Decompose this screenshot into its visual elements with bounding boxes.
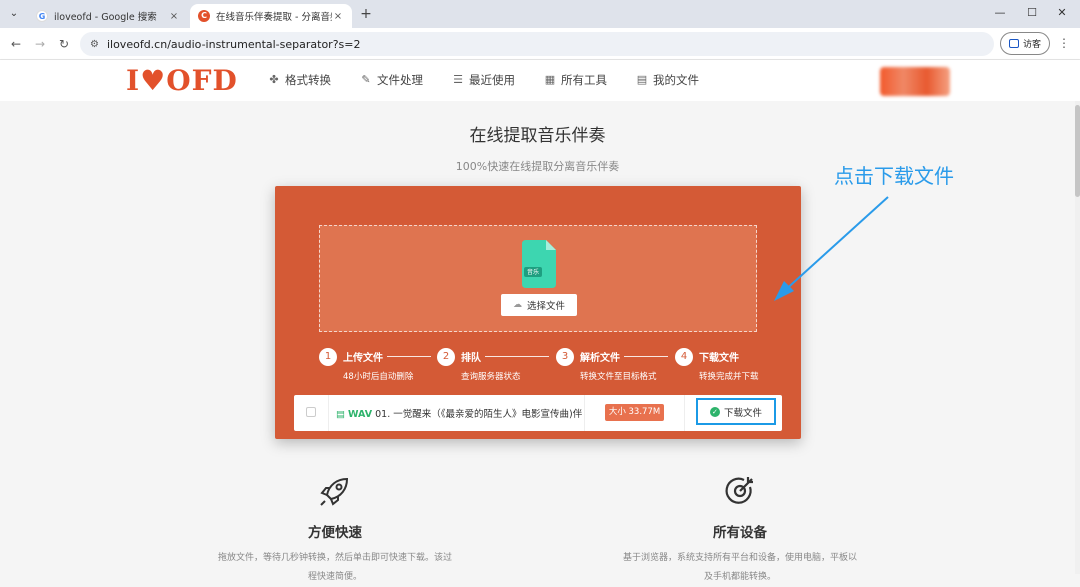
page-scrollbar[interactable] <box>1075 101 1080 574</box>
user-avatar-blurred[interactable] <box>880 67 950 96</box>
maximize-icon[interactable]: ☐ <box>1022 6 1042 19</box>
url-bar[interactable]: ⚙ iloveofd.cn/audio-instrumental-separat… <box>80 32 994 56</box>
nav-file-process[interactable]: ✎ 文件处理 <box>360 72 423 88</box>
history-icon: ☰ <box>453 73 463 86</box>
new-tab-button[interactable]: + <box>358 6 374 22</box>
minimize-icon[interactable]: — <box>990 6 1010 19</box>
tab-search-chevron-icon[interactable]: ⌄ <box>6 6 22 22</box>
google-favicon-icon: G <box>36 10 48 22</box>
iloveofd-favicon-icon: C <box>198 10 210 22</box>
annotation-arrow-icon <box>774 196 889 301</box>
scrollbar-thumb[interactable] <box>1075 105 1080 197</box>
choose-file-label: 选择文件 <box>526 301 565 312</box>
grid-icon: ▦ <box>544 73 556 86</box>
step-title: 上传文件 <box>343 353 383 364</box>
file-edit-icon: ✎ <box>361 73 371 86</box>
feature-desc: 拖放文件，等待几秒钟转换，然后单击即可快速下载。该过程快速简便。 <box>217 553 452 582</box>
step-number: 3 <box>556 348 574 366</box>
feature-devices: 所有设备 基于浏览器，系统支持所有平台和设备，使用电脑，平板以及手机都能转换。 <box>620 473 860 587</box>
step-desc: 查询服务器状态 <box>461 372 521 382</box>
person-icon <box>1008 39 1019 48</box>
tab-title: 在线音乐伴奏提取 - 分离音频人 <box>216 12 332 23</box>
converter-panel: 音乐 ☁ 选择文件 1 上传文件 48小时后自动删除 2 排队 查询服务器状态 … <box>275 186 801 439</box>
step-number: 1 <box>319 348 337 366</box>
nav-format-convert[interactable]: ✤ 格式转换 <box>268 72 331 88</box>
window-close-icon[interactable]: ✕ <box>1052 6 1072 19</box>
feature-fast: 方便快速 拖放文件，等待几秒钟转换，然后单击即可快速下载。该过程快速简便。 <box>215 473 455 587</box>
tab-google-search[interactable]: G iloveofd - Google 搜索 × <box>28 4 188 28</box>
reload-icon[interactable]: ↻ <box>56 36 72 52</box>
file-drop-zone[interactable]: 音乐 ☁ 选择文件 <box>319 225 757 332</box>
step-title: 排队 <box>461 353 481 364</box>
step-desc: 转换完成并下载 <box>699 372 759 382</box>
back-icon[interactable]: ← <box>8 36 24 52</box>
document-icon: ▤ <box>636 73 648 86</box>
nav-my-files[interactable]: ▤ 我的文件 <box>636 72 699 88</box>
nav-all-tools[interactable]: ▦ 所有工具 <box>544 72 607 88</box>
file-icon-label: 音乐 <box>526 269 539 276</box>
feature-title: 方便快速 <box>308 525 362 541</box>
forward-icon[interactable]: → <box>32 36 48 52</box>
feature-desc: 基于浏览器，系统支持所有平台和设备，使用电脑，平板以及手机都能转换。 <box>622 553 857 582</box>
rocket-icon <box>320 477 349 506</box>
target-icon <box>725 477 753 504</box>
feature-title: 所有设备 <box>713 525 767 541</box>
nav-label: 格式转换 <box>285 73 331 87</box>
file-checkbox[interactable] <box>306 407 316 417</box>
divider <box>684 395 685 431</box>
step-title: 解析文件 <box>580 353 620 364</box>
step-connector <box>387 356 431 357</box>
step-desc: 48小时后自动删除 <box>343 372 414 382</box>
url-text: iloveofd.cn/audio-instrumental-separator… <box>106 37 361 51</box>
document-icon: ▤ <box>336 409 345 420</box>
puzzle-icon: ✤ <box>269 73 279 86</box>
step-number: 4 <box>675 348 693 366</box>
divider <box>328 395 329 431</box>
address-toolbar: ← → ↻ ⚙ iloveofd.cn/audio-instrumental-s… <box>0 28 1080 60</box>
step-connector <box>485 356 549 357</box>
file-size-badge: 大小 33.77M <box>605 404 664 421</box>
check-circle-icon: ✓ <box>709 406 720 417</box>
close-tab-icon[interactable]: × <box>168 11 180 22</box>
browser-tab-strip: ⌄ G iloveofd - Google 搜索 × C 在线音乐伴奏提取 - … <box>0 0 1080 28</box>
site-logo[interactable]: I♥OFD <box>126 64 238 97</box>
close-tab-icon[interactable]: × <box>332 11 344 22</box>
nav-recent[interactable]: ☰ 最近使用 <box>452 72 515 88</box>
file-title: 01. 一觉醒来（《最亲爱的陌生人》电影宣传曲)伴 <box>375 409 583 420</box>
music-file-icon <box>522 240 556 288</box>
tab-title: iloveofd - Google 搜索 <box>54 12 157 23</box>
nav-label: 文件处理 <box>377 73 423 87</box>
download-label: 下载文件 <box>723 407 762 419</box>
nav-label: 所有工具 <box>561 73 607 87</box>
guest-profile-button[interactable]: 访客 <box>1000 32 1050 55</box>
page-title: 在线提取音乐伴奏 <box>469 126 606 146</box>
nav-label: 我的文件 <box>653 73 699 87</box>
file-ext: WAV <box>347 409 373 420</box>
nav-label: 最近使用 <box>469 73 515 87</box>
more-menu-icon[interactable]: ⋮ <box>1058 36 1070 50</box>
step-title: 下载文件 <box>699 353 739 364</box>
step-desc: 转换文件至目标格式 <box>580 372 657 382</box>
file-name: ▤ WAV 01. 一觉醒来（《最亲爱的陌生人》电影宣传曲)伴 <box>336 406 582 420</box>
divider <box>584 395 585 431</box>
step-number: 2 <box>437 348 455 366</box>
step-connector <box>624 356 668 357</box>
guest-label: 访客 <box>1022 40 1041 50</box>
choose-file-button[interactable]: ☁ 选择文件 <box>501 294 577 316</box>
cloud-upload-icon: ☁ <box>512 300 522 310</box>
tab-iloveofd[interactable]: C 在线音乐伴奏提取 - 分离音频人 × <box>190 4 352 28</box>
file-row: ▤ WAV 01. 一觉醒来（《最亲爱的陌生人》电影宣传曲)伴 大小 33.77M… <box>294 395 782 431</box>
site-info-icon[interactable]: ⚙ <box>90 39 99 50</box>
download-file-button[interactable]: ✓ 下载文件 <box>696 398 776 425</box>
